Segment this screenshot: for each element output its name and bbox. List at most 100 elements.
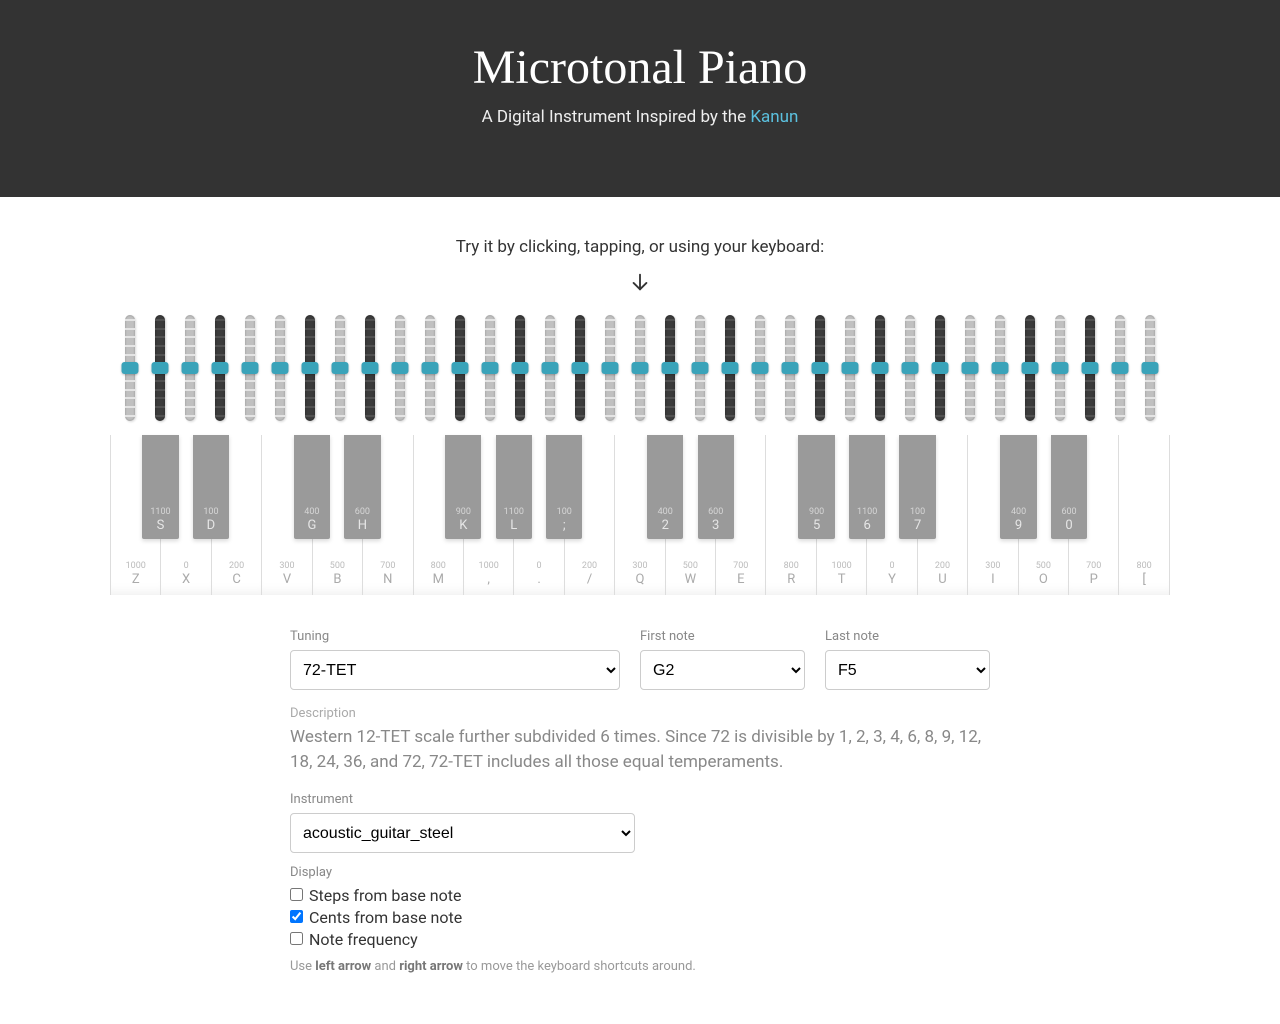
tuning-slider[interactable] — [206, 315, 234, 421]
slider-thumb[interactable] — [362, 362, 379, 374]
white-key[interactable]: 800[ — [1119, 435, 1169, 595]
black-key[interactable]: 900K — [445, 435, 481, 539]
black-key[interactable]: 6000 — [1051, 435, 1087, 539]
key-cents: 100 — [910, 508, 925, 518]
slider-thumb[interactable] — [452, 362, 469, 374]
slider-thumb[interactable] — [902, 362, 919, 374]
instrument-select[interactable]: acoustic_guitar_steel — [290, 813, 635, 853]
black-key[interactable]: 4009 — [1000, 435, 1036, 539]
black-key[interactable]: 1007 — [899, 435, 935, 539]
key-shortcut: 0 — [1065, 518, 1072, 533]
black-key[interactable]: 1100L — [496, 435, 532, 539]
slider-thumb[interactable] — [542, 362, 559, 374]
slider-thumb[interactable] — [842, 362, 859, 374]
tuning-slider[interactable] — [176, 315, 204, 421]
tuning-slider[interactable] — [146, 315, 174, 421]
tuning-slider[interactable] — [536, 315, 564, 421]
display-cents-option[interactable]: Cents from base note — [290, 908, 990, 927]
tuning-slider[interactable] — [1106, 315, 1134, 421]
slider-thumb[interactable] — [602, 362, 619, 374]
slider-thumb[interactable] — [1022, 362, 1039, 374]
tuning-slider[interactable] — [1076, 315, 1104, 421]
slider-thumb[interactable] — [302, 362, 319, 374]
tuning-slider[interactable] — [476, 315, 504, 421]
slider-thumb[interactable] — [1112, 362, 1129, 374]
slider-thumb[interactable] — [392, 362, 409, 374]
tuning-slider[interactable] — [1016, 315, 1044, 421]
slider-thumb[interactable] — [242, 362, 259, 374]
tuning-select[interactable]: 72-TET — [290, 650, 620, 690]
slider-thumb[interactable] — [272, 362, 289, 374]
slider-thumb[interactable] — [782, 362, 799, 374]
tuning-slider[interactable] — [776, 315, 804, 421]
kanun-link[interactable]: Kanun — [750, 107, 798, 127]
tuning-slider[interactable] — [356, 315, 384, 421]
black-key[interactable]: 600H — [344, 435, 380, 539]
slider-thumb[interactable] — [1082, 362, 1099, 374]
tuning-slider[interactable] — [656, 315, 684, 421]
tuning-slider[interactable] — [1136, 315, 1164, 421]
tuning-slider[interactable] — [296, 315, 324, 421]
tuning-slider[interactable] — [866, 315, 894, 421]
black-key[interactable]: 400G — [294, 435, 330, 539]
tuning-slider[interactable] — [116, 315, 144, 421]
tuning-slider[interactable] — [1046, 315, 1074, 421]
tuning-slider[interactable] — [926, 315, 954, 421]
slider-thumb[interactable] — [212, 362, 229, 374]
black-key[interactable]: 1100S — [142, 435, 178, 539]
slider-thumb[interactable] — [752, 362, 769, 374]
tuning-slider[interactable] — [266, 315, 294, 421]
black-key[interactable]: 9005 — [798, 435, 834, 539]
display-freq-option[interactable]: Note frequency — [290, 930, 990, 949]
slider-thumb[interactable] — [932, 362, 949, 374]
key-cents: 1100 — [857, 508, 877, 518]
black-key[interactable]: 11006 — [849, 435, 885, 539]
tuning-slider[interactable] — [626, 315, 654, 421]
slider-thumb[interactable] — [722, 362, 739, 374]
slider-thumb[interactable] — [1142, 362, 1159, 374]
tuning-slider[interactable] — [896, 315, 924, 421]
tuning-slider[interactable] — [986, 315, 1014, 421]
slider-thumb[interactable] — [992, 362, 1009, 374]
tuning-slider[interactable] — [416, 315, 444, 421]
slider-thumb[interactable] — [332, 362, 349, 374]
slider-thumb[interactable] — [962, 362, 979, 374]
slider-thumb[interactable] — [152, 362, 169, 374]
tuning-slider[interactable] — [236, 315, 264, 421]
slider-thumb[interactable] — [122, 362, 139, 374]
first-note-select[interactable]: G2 — [640, 650, 805, 690]
slider-thumb[interactable] — [692, 362, 709, 374]
display-freq-checkbox[interactable] — [290, 932, 303, 945]
tuning-slider[interactable] — [716, 315, 744, 421]
slider-thumb[interactable] — [812, 362, 829, 374]
black-key[interactable]: 100D — [193, 435, 229, 539]
slider-thumb[interactable] — [182, 362, 199, 374]
slider-thumb[interactable] — [872, 362, 889, 374]
tuning-slider[interactable] — [686, 315, 714, 421]
tuning-slider[interactable] — [446, 315, 474, 421]
tuning-slider[interactable] — [596, 315, 624, 421]
slider-thumb[interactable] — [1052, 362, 1069, 374]
display-cents-checkbox[interactable] — [290, 910, 303, 923]
slider-thumb[interactable] — [422, 362, 439, 374]
black-key[interactable]: 4002 — [647, 435, 683, 539]
slider-thumb[interactable] — [632, 362, 649, 374]
slider-thumb[interactable] — [482, 362, 499, 374]
last-note-select[interactable]: F5 — [825, 650, 990, 690]
tuning-slider[interactable] — [956, 315, 984, 421]
tuning-slider[interactable] — [836, 315, 864, 421]
black-key[interactable]: 100; — [546, 435, 582, 539]
tuning-slider[interactable] — [566, 315, 594, 421]
slider-thumb[interactable] — [662, 362, 679, 374]
tuning-slider[interactable] — [326, 315, 354, 421]
black-key[interactable]: 6003 — [698, 435, 734, 539]
display-steps-checkbox[interactable] — [290, 888, 303, 901]
key-shortcut: B — [333, 572, 341, 587]
tuning-slider[interactable] — [386, 315, 414, 421]
slider-thumb[interactable] — [512, 362, 529, 374]
tuning-slider[interactable] — [746, 315, 774, 421]
tuning-slider[interactable] — [506, 315, 534, 421]
slider-thumb[interactable] — [572, 362, 589, 374]
tuning-slider[interactable] — [806, 315, 834, 421]
display-steps-option[interactable]: Steps from base note — [290, 886, 990, 905]
